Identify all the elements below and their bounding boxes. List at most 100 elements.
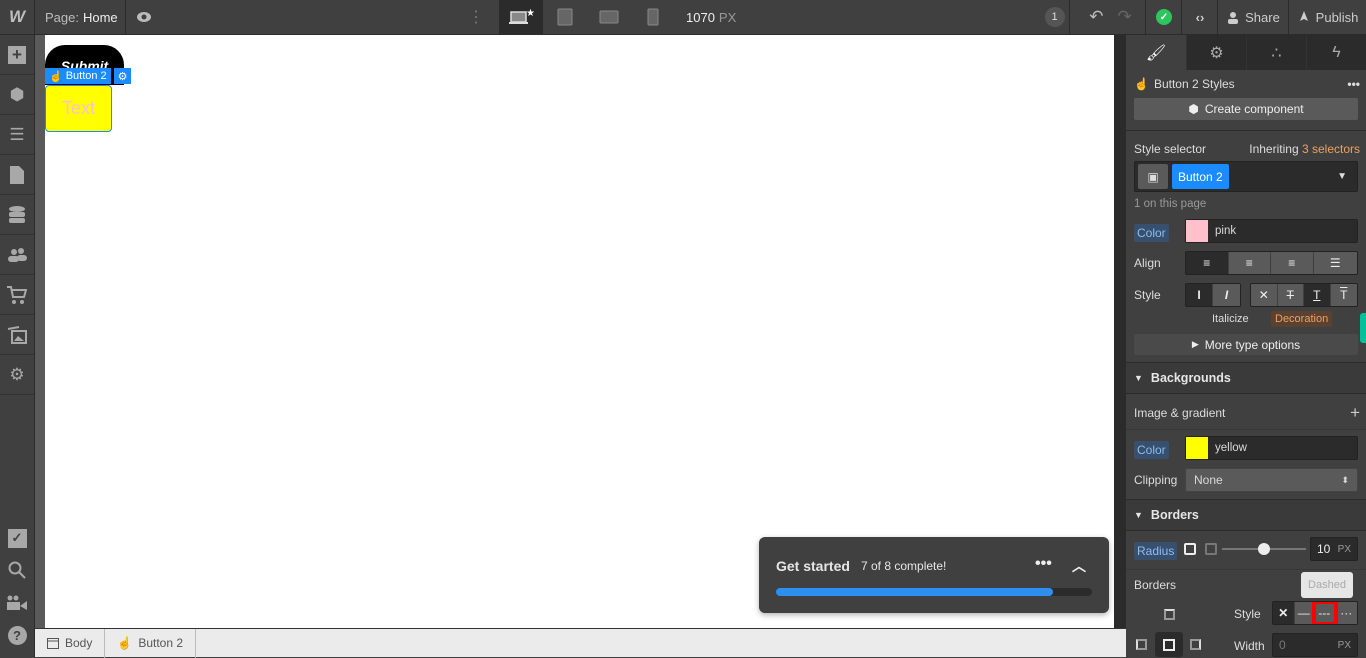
mobile-landscape-breakpoint-button[interactable] (587, 0, 631, 34)
more-options-icon[interactable]: ••• (1347, 77, 1360, 91)
left-toolbar: + ⬢ ☰ ⚙ ✓ ? (0, 35, 35, 657)
underline-icon[interactable]: T (1304, 284, 1331, 306)
get-started-progress-bar (776, 588, 1092, 596)
selector-type-icon[interactable]: ▣ (1138, 164, 1168, 189)
element-settings-gear-icon[interactable]: ⚙ (114, 68, 131, 84)
border-all-icon[interactable] (1155, 632, 1183, 657)
background-color-label[interactable]: Color (1134, 441, 1169, 459)
history-controls: ↶ ↷ (1076, 0, 1146, 34)
page-selector[interactable]: Page: Home (35, 0, 126, 34)
notifications-badge[interactable]: 1 (1040, 0, 1070, 34)
background-color-field[interactable]: yellow (1185, 436, 1358, 460)
symbols-cube-icon[interactable]: ⬢ (0, 75, 34, 115)
inheriting-info[interactable]: Inheriting 3 selectors (1249, 142, 1360, 156)
more-vertical-icon[interactable]: ⋮ (466, 0, 486, 34)
border-solid-icon[interactable]: — (1294, 602, 1315, 624)
cms-database-icon[interactable] (0, 195, 34, 235)
pages-icon[interactable] (0, 155, 34, 195)
add-plus-icon[interactable]: + (1350, 403, 1360, 423)
align-justify-icon[interactable]: ☰ (1313, 252, 1357, 274)
border-right-icon[interactable] (1190, 639, 1201, 650)
border-style-control: ✕ — --- ··· (1272, 601, 1358, 625)
video-tutorials-icon[interactable] (0, 587, 34, 619)
slider-knob[interactable] (1258, 543, 1270, 555)
assets-images-icon[interactable] (0, 315, 34, 355)
borders-section-header[interactable]: ▼ Borders (1126, 500, 1366, 530)
add-elements-icon[interactable]: + (0, 35, 34, 75)
color-swatch[interactable] (1186, 220, 1208, 242)
preview-eye-icon[interactable] (126, 0, 162, 34)
strikethrough-icon[interactable]: T (1277, 284, 1304, 306)
rocket-icon (1299, 10, 1308, 21)
radius-individual-corners-icon[interactable] (1205, 543, 1217, 555)
style-selector-input[interactable]: ▣ Button 2 ▼ (1134, 161, 1358, 192)
site-status-check-icon[interactable]: ✓ (1147, 0, 1182, 34)
navigator-icon[interactable]: ☰ (0, 115, 34, 155)
align-center-icon[interactable]: ≡ (1228, 252, 1271, 274)
tab-style-manager-drops-icon[interactable]: ∴ (1246, 35, 1306, 70)
get-started-count: 7 of 8 complete! (861, 559, 947, 573)
share-button[interactable]: Share (1219, 0, 1289, 34)
create-component-button[interactable]: ⬢ Create component (1134, 98, 1358, 120)
viewport-width-readout: 1070 PX (686, 9, 737, 25)
overline-icon[interactable]: T (1330, 284, 1357, 306)
caret-down-icon: ▼ (1134, 373, 1143, 383)
border-top-icon[interactable] (1164, 609, 1175, 620)
page-label: Page: (45, 9, 79, 25)
tab-settings-gear-icon[interactable]: ⚙ (1186, 35, 1246, 70)
radius-input[interactable]: 10 PX (1310, 537, 1358, 561)
tab-interactions-bolt-icon[interactable]: ϟ (1306, 35, 1366, 70)
no-decoration-icon[interactable]: ✕ (1251, 284, 1278, 306)
typography-color-label[interactable]: Color (1134, 224, 1169, 242)
selected-element-label[interactable]: ☝ Button 2 (45, 68, 111, 84)
dropdown-caret-icon[interactable]: ▼ (1337, 171, 1347, 182)
style-label: Style (1134, 288, 1161, 302)
redo-icon[interactable]: ↷ (1118, 7, 1132, 27)
ecommerce-cart-icon[interactable] (0, 275, 34, 315)
selector-chip[interactable]: Button 2 (1172, 164, 1229, 189)
collapse-chevron-up-icon[interactable]: ︿ (1072, 556, 1086, 576)
undo-icon[interactable]: ↶ (1089, 7, 1103, 27)
breadcrumb-body[interactable]: Body (35, 628, 106, 658)
selected-button-2-element[interactable]: Text (45, 85, 112, 132)
tab-style-brush-icon[interactable]: 🖌 (1126, 35, 1186, 70)
button-hand-icon: ☝ (49, 70, 63, 83)
radius-slider[interactable] (1222, 543, 1306, 555)
clipping-label: Clipping (1134, 473, 1178, 487)
canvas-scrollbar[interactable] (1114, 35, 1126, 628)
clipping-select[interactable]: None ⬍ (1185, 468, 1358, 492)
mobile-portrait-breakpoint-button[interactable] (631, 0, 675, 34)
typography-color-field[interactable]: pink (1185, 219, 1358, 243)
settings-gear-icon[interactable]: ⚙ (0, 355, 34, 395)
breadcrumb-button-2[interactable]: ☝ Button 2 (105, 628, 197, 658)
breadcrumb: Body ☝ Button 2 (35, 628, 1126, 658)
color-swatch[interactable] (1186, 437, 1208, 459)
border-none-icon[interactable]: ✕ (1273, 602, 1295, 624)
publish-button[interactable]: Publish (1290, 0, 1366, 34)
border-dashed-icon[interactable]: --- (1312, 602, 1338, 624)
decoration-control: ✕ T T T (1250, 283, 1358, 307)
scroll-indicator[interactable] (1360, 313, 1366, 343)
more-type-options-button[interactable]: ▶ More type options (1134, 334, 1358, 355)
italic-icon[interactable]: I (1213, 284, 1240, 306)
align-right-icon[interactable]: ≡ (1271, 252, 1314, 274)
border-width-input[interactable]: 0 PX (1272, 633, 1358, 657)
desktop-breakpoint-button[interactable]: ★ (499, 0, 543, 34)
regular-text-icon[interactable]: I (1186, 284, 1214, 306)
users-icon[interactable] (0, 235, 34, 275)
image-gradient-label: Image & gradient (1134, 406, 1226, 420)
webflow-logo[interactable]: W (0, 0, 35, 34)
help-icon[interactable]: ? (0, 619, 34, 651)
radius-label[interactable]: Radius (1134, 542, 1178, 560)
search-icon[interactable] (0, 554, 34, 586)
more-options-icon[interactable]: ••• (1035, 555, 1052, 573)
audit-checklist-icon[interactable]: ✓ (0, 522, 34, 554)
border-dotted-icon[interactable]: ··· (1335, 602, 1357, 624)
tablet-breakpoint-button[interactable] (543, 0, 587, 34)
border-left-icon[interactable] (1136, 639, 1147, 650)
align-left-icon[interactable]: ≡ (1186, 252, 1229, 274)
code-export-icon[interactable]: ‹› (1183, 0, 1218, 34)
backgrounds-section-header[interactable]: ▼ Backgrounds (1126, 363, 1366, 393)
panel-tabs: 🖌 ⚙ ∴ ϟ (1126, 35, 1366, 70)
radius-all-corners-icon[interactable] (1184, 543, 1196, 555)
